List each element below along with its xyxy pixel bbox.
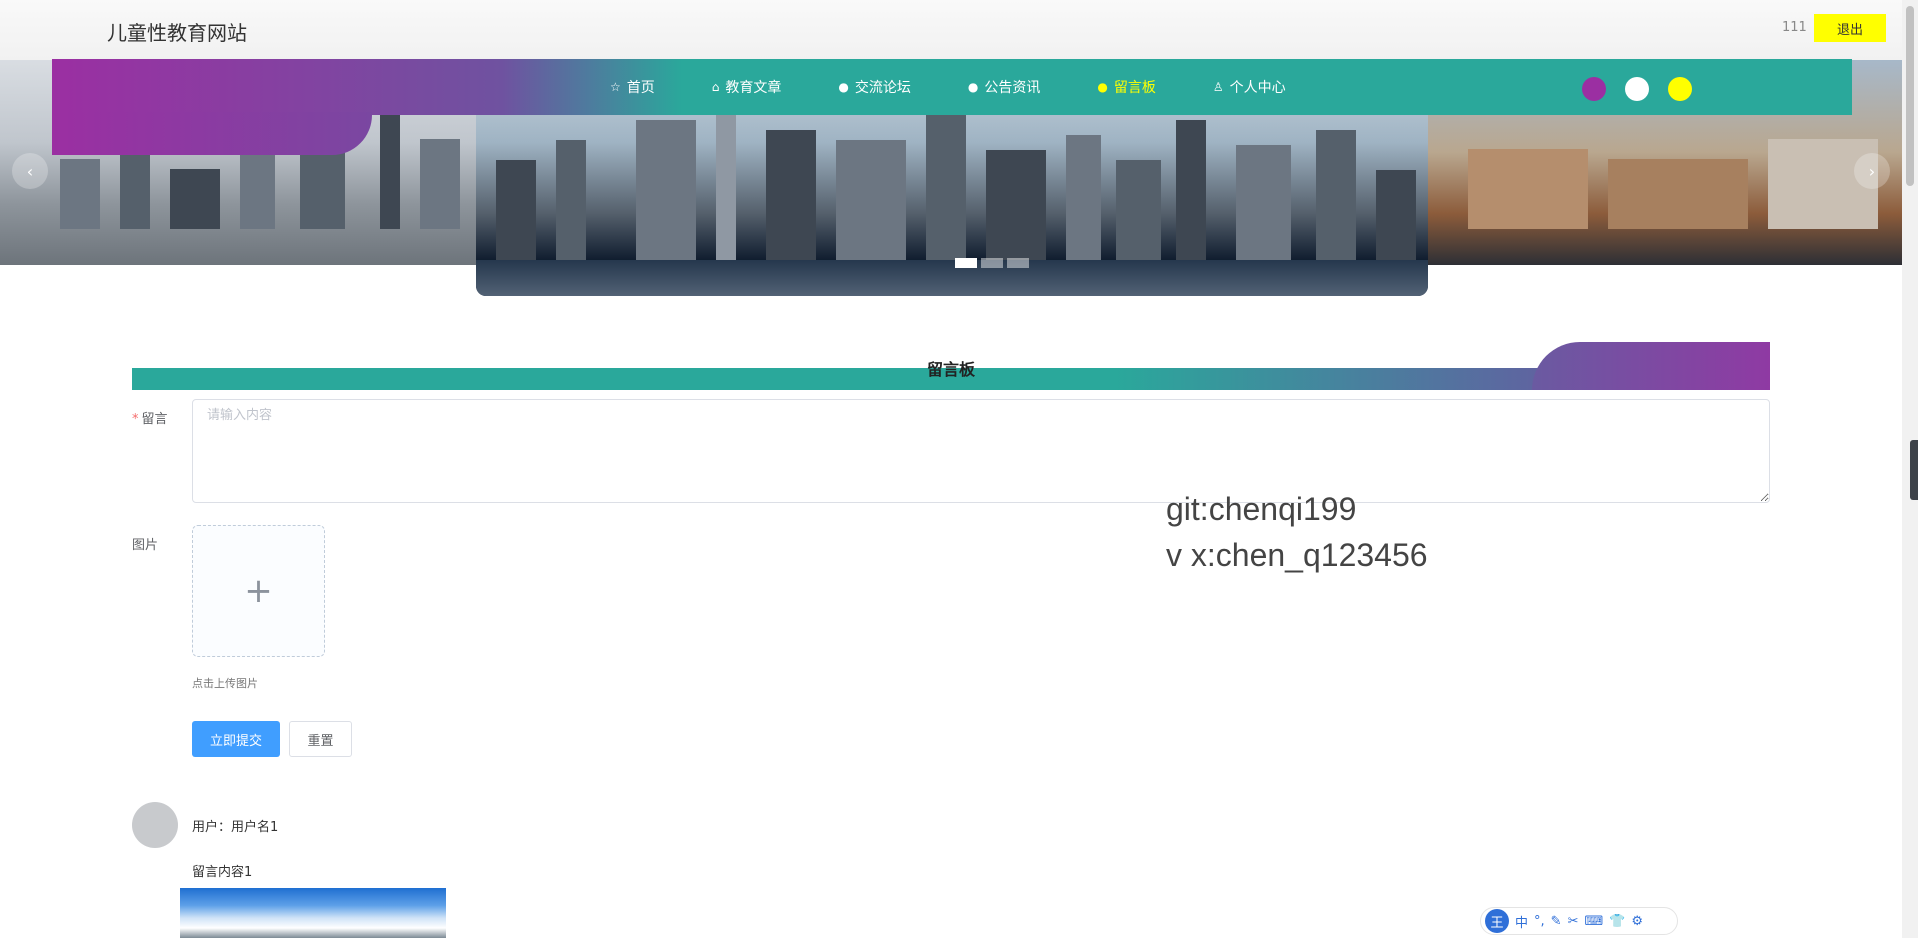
- user-icon: ♙: [1212, 80, 1224, 94]
- ime-chinese-mode-icon[interactable]: 中: [1515, 912, 1528, 931]
- side-panel-handle[interactable]: [1910, 440, 1918, 500]
- nav-item-label: 个人中心: [1229, 80, 1286, 96]
- theme-dot-white[interactable]: [1625, 77, 1649, 101]
- comment-user: 用户： 用户名1: [192, 816, 278, 835]
- nav-item-message-board[interactable]: ● 留言板: [1097, 77, 1155, 97]
- info-circle-icon: ●: [1097, 80, 1108, 94]
- ime-settings-icon[interactable]: ⚙: [1631, 914, 1643, 929]
- submit-button[interactable]: 立即提交: [192, 721, 280, 757]
- nav-item-forum[interactable]: ● 交流论坛: [838, 77, 910, 97]
- reset-button[interactable]: 重置: [289, 721, 352, 757]
- theme-dot-purple[interactable]: [1582, 77, 1606, 101]
- comment-content: 留言内容1: [192, 865, 253, 880]
- star-icon: ☆: [610, 80, 621, 94]
- main-nav: ☆ 首页 ⌂ 教育文章 ● 交流论坛 ● 公告资讯 ● 留言板 ♙ 个人中心: [610, 59, 1343, 115]
- theme-dot-yellow[interactable]: [1668, 77, 1692, 101]
- image-upload-button[interactable]: +: [192, 525, 325, 657]
- carousel-indicator[interactable]: [981, 258, 1003, 268]
- avatar: [132, 802, 178, 848]
- ime-keyboard-icon[interactable]: ⌨: [1584, 914, 1603, 929]
- message-label: * 留言: [132, 408, 168, 427]
- carousel-indicator[interactable]: [1007, 258, 1029, 268]
- scrollbar-thumb[interactable]: [1906, 6, 1914, 186]
- username-label: 111: [1782, 20, 1807, 35]
- info-circle-icon: ●: [838, 80, 849, 94]
- comment-image[interactable]: [180, 888, 446, 938]
- nav-item-label: 首页: [626, 80, 655, 96]
- site-title: 儿童性教育网站: [107, 21, 247, 45]
- comment-user-name: 用户名1: [231, 820, 279, 835]
- ime-punctuation-icon[interactable]: °,: [1534, 914, 1545, 929]
- carousel-next-arrow-icon[interactable]: ›: [1854, 153, 1890, 189]
- nav-item-label: 公告资讯: [984, 80, 1041, 96]
- top-bar: 儿童性教育网站 111 退出: [0, 0, 1918, 60]
- theme-switcher: [1582, 77, 1692, 101]
- shopping-bag-icon: ⌂: [711, 80, 720, 94]
- watermark-line-2: v x:chen_q123456: [1166, 537, 1428, 573]
- nav-item-label: 留言板: [1113, 80, 1156, 96]
- nav-item-home[interactable]: ☆ 首页: [610, 77, 655, 97]
- nav-item-news[interactable]: ● 公告资讯: [968, 77, 1040, 97]
- carousel-indicators: [955, 258, 1029, 268]
- comment-user-prefix: 用户：: [192, 820, 232, 835]
- ime-skin-icon[interactable]: 👕: [1609, 914, 1625, 929]
- carousel-indicator[interactable]: [955, 258, 977, 268]
- ime-logo-icon[interactable]: 王: [1485, 909, 1509, 933]
- section-title: 留言板: [926, 360, 975, 379]
- logout-button[interactable]: 退出: [1814, 14, 1886, 42]
- upload-tip: 点击上传图片: [192, 677, 258, 690]
- ime-toolbar: 王 中 °, ✎ ✂ ⌨ 👕 ⚙: [1480, 907, 1678, 935]
- message-label-text: 留言: [141, 412, 168, 427]
- info-circle-icon: ●: [967, 80, 979, 94]
- plus-icon: +: [244, 571, 273, 611]
- ime-scissors-icon[interactable]: ✂: [1568, 914, 1579, 929]
- ime-handwriting-icon[interactable]: ✎: [1551, 914, 1562, 929]
- nav-item-articles[interactable]: ⌂ 教育文章: [712, 77, 782, 97]
- carousel-prev-arrow-icon[interactable]: ‹: [12, 153, 48, 189]
- image-label: 图片: [132, 538, 159, 553]
- message-textarea[interactable]: [192, 399, 1770, 503]
- required-mark: *: [132, 412, 139, 427]
- nav-item-label: 交流论坛: [854, 80, 911, 96]
- watermark-line-1: git:chenqi199: [1166, 491, 1357, 527]
- nav-decoration: [52, 112, 372, 155]
- nav-item-profile[interactable]: ♙ 个人中心: [1213, 77, 1286, 97]
- nav-item-label: 教育文章: [725, 80, 782, 96]
- section-header: 留言板: [132, 342, 1770, 390]
